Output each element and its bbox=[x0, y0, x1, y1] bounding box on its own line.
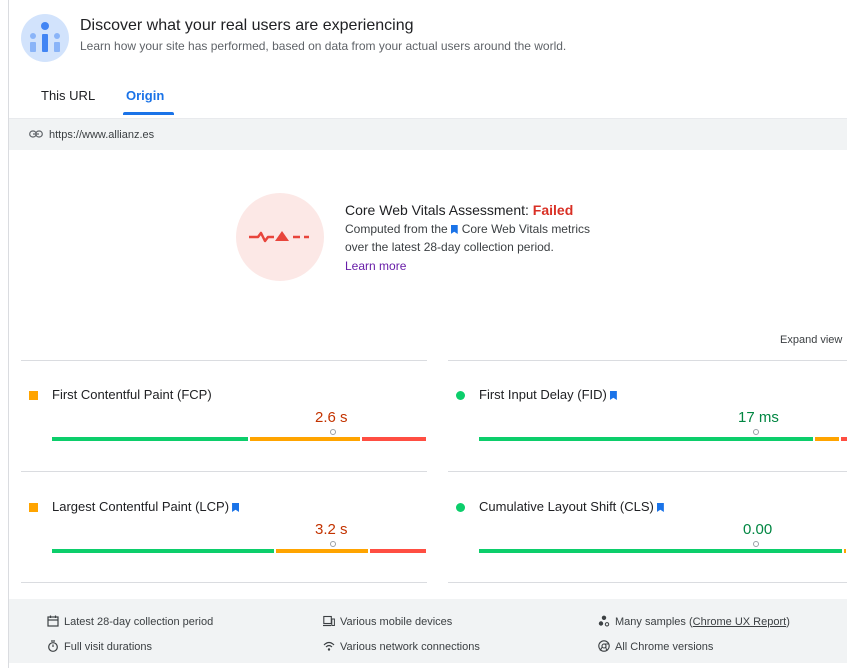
assessment-description-line1: Computed from the Core Web Vitals metrics bbox=[345, 222, 590, 236]
cwv-assessment: Core Web Vitals Assessment: Failed Compu… bbox=[236, 193, 656, 283]
metric-value: 3.2 s bbox=[315, 521, 348, 538]
footer-devices-text: Various mobile devices bbox=[340, 616, 453, 628]
good-dot-icon bbox=[456, 391, 465, 400]
divider bbox=[21, 471, 427, 472]
metric-value: 0.00 bbox=[743, 521, 773, 538]
section-subtitle: Learn how your site has performed, based… bbox=[80, 39, 567, 53]
distribution-bar bbox=[479, 549, 847, 553]
footer-durations: Full visit durations bbox=[47, 640, 152, 653]
url-bar: https://www.allianz.es bbox=[9, 118, 847, 150]
distribution-segment-needs-improvement bbox=[814, 437, 839, 441]
distribution-segment-needs-improvement bbox=[844, 549, 846, 553]
footer-period: Latest 28-day collection period bbox=[47, 615, 213, 628]
needs-improvement-square-icon bbox=[29, 391, 38, 400]
footer-period-text: Latest 28-day collection period bbox=[64, 616, 214, 628]
section-title: Discover what your real users are experi… bbox=[80, 17, 414, 34]
footer-devices: Various mobile devices bbox=[323, 615, 452, 628]
origin-url: https://www.allianz.es bbox=[49, 129, 155, 141]
metric-fid: First Input Delay (FID) 17 ms bbox=[456, 387, 847, 477]
chrome-ux-report-link[interactable]: Chrome UX Report bbox=[693, 616, 787, 628]
footer-durations-text: Full visit durations bbox=[64, 641, 153, 653]
core-vital-flag-icon bbox=[450, 225, 458, 234]
footer-network: Various network connections bbox=[323, 640, 480, 653]
divider bbox=[21, 582, 427, 583]
description-text-suffix: Core Web Vitals metrics bbox=[461, 222, 590, 236]
distribution-bar bbox=[52, 437, 426, 441]
needs-improvement-square-icon bbox=[29, 503, 38, 512]
distribution-segment-good bbox=[479, 549, 843, 553]
distribution-bar bbox=[479, 437, 847, 441]
percentile-marker bbox=[329, 429, 336, 435]
distribution-segment-poor bbox=[362, 437, 426, 441]
learn-more-link[interactable]: Learn more bbox=[345, 259, 406, 273]
wifi-icon bbox=[323, 641, 335, 651]
footer-info: Latest 28-day collection period Full vis… bbox=[9, 599, 847, 663]
crux-panel: Discover what your real users are experi… bbox=[8, 0, 847, 668]
good-dot-icon bbox=[456, 503, 465, 512]
footer-versions-text: All Chrome versions bbox=[615, 641, 714, 653]
distribution-segment-good bbox=[52, 437, 249, 441]
divider bbox=[448, 360, 847, 361]
metric-name: First Contentful Paint (FCP) bbox=[52, 387, 212, 402]
footer-samples: Many samples (Chrome UX Report) bbox=[598, 615, 790, 628]
footer-versions: All Chrome versions bbox=[598, 640, 713, 653]
assessment-heading: Core Web Vitals Assessment: Failed bbox=[345, 202, 573, 218]
failed-assessment-icon bbox=[236, 193, 324, 281]
metric-cls: Cumulative Layout Shift (CLS) 0.00 bbox=[456, 499, 847, 589]
core-vital-flag-icon bbox=[656, 503, 664, 512]
tab-origin[interactable]: Origin bbox=[126, 88, 164, 103]
calendar-icon bbox=[47, 615, 59, 627]
chrome-icon bbox=[598, 640, 610, 652]
tab-this-url[interactable]: This URL bbox=[41, 88, 95, 103]
metric-value: 2.6 s bbox=[315, 409, 348, 426]
active-tab-indicator bbox=[123, 112, 174, 115]
expand-view-button[interactable]: Expand view bbox=[780, 334, 842, 346]
section-header: Discover what your real users are experi… bbox=[21, 14, 841, 64]
assessment-description-line2: over the latest 28-day collection period… bbox=[345, 240, 554, 254]
link-icon bbox=[29, 130, 43, 138]
footer-samples-text: Many samples ( bbox=[615, 616, 693, 628]
percentile-marker bbox=[329, 541, 336, 547]
samples-icon bbox=[598, 615, 610, 627]
description-text: Computed from the bbox=[345, 222, 448, 236]
metric-fcp: First Contentful Paint (FCP) 2.6 s bbox=[29, 387, 429, 477]
distribution-bar bbox=[52, 549, 426, 553]
stopwatch-icon bbox=[48, 640, 58, 652]
divider bbox=[448, 582, 847, 583]
footer-network-text: Various network connections bbox=[340, 641, 480, 653]
percentile-marker bbox=[752, 429, 759, 435]
core-vital-flag-icon bbox=[232, 503, 240, 512]
distribution-segment-needs-improvement bbox=[276, 549, 368, 553]
crux-logo-icon bbox=[21, 14, 69, 62]
footer-samples-suffix: ) bbox=[786, 616, 790, 628]
assessment-heading-label: Core Web Vitals Assessment: bbox=[345, 202, 529, 218]
tab-bar: This URL Origin bbox=[9, 78, 847, 116]
divider bbox=[448, 471, 847, 472]
distribution-segment-poor bbox=[840, 437, 847, 441]
metric-lcp: Largest Contentful Paint (LCP) 3.2 s bbox=[29, 499, 429, 589]
assessment-status: Failed bbox=[532, 202, 574, 218]
metric-name: First Input Delay (FID) bbox=[479, 387, 621, 402]
distribution-segment-poor bbox=[369, 549, 426, 553]
distribution-segment-needs-improvement bbox=[250, 437, 361, 441]
divider bbox=[21, 360, 427, 361]
core-vital-flag-icon bbox=[609, 391, 617, 400]
distribution-segment-good bbox=[52, 549, 275, 553]
percentile-marker bbox=[752, 541, 759, 547]
metric-name: Largest Contentful Paint (LCP) bbox=[52, 499, 243, 514]
devices-icon bbox=[323, 615, 335, 627]
metric-value: 17 ms bbox=[738, 409, 779, 426]
distribution-segment-good bbox=[479, 437, 813, 441]
metric-name: Cumulative Layout Shift (CLS) bbox=[479, 499, 668, 514]
